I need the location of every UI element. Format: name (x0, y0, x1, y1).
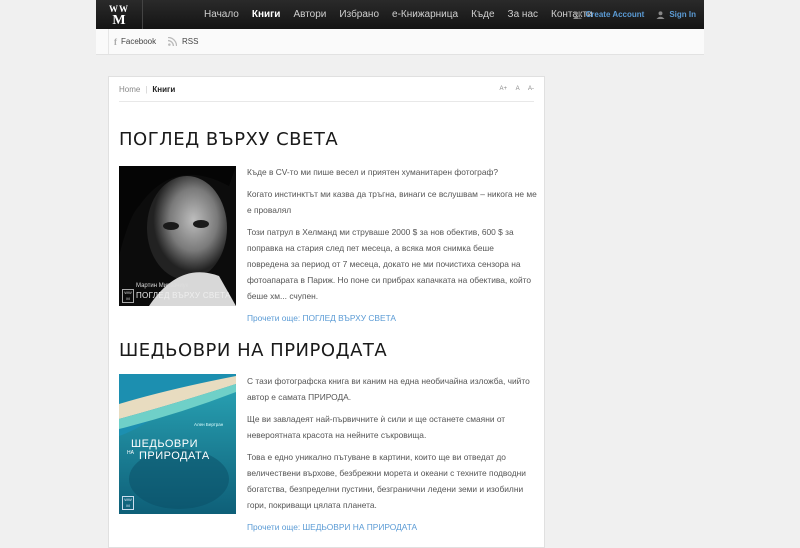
font-larger-button[interactable]: A+ (499, 86, 507, 92)
rss-icon (168, 37, 177, 46)
create-account-link[interactable]: Create Account (586, 10, 645, 19)
nav-books[interactable]: Книги (252, 0, 281, 29)
nav-about[interactable]: За нас (508, 0, 538, 29)
nav-home[interactable]: Начало (204, 0, 239, 29)
facebook-label: Facebook (121, 37, 157, 46)
sign-in-icon (656, 10, 665, 19)
sign-in-link[interactable]: Sign In (669, 10, 696, 19)
nav-authors[interactable]: Автори (293, 0, 326, 29)
top-navigation-bar: WW M Начало Книги Автори Избрано е-Книжа… (96, 0, 704, 29)
cover-publisher-badge: WW M (122, 289, 134, 303)
social-divider (108, 29, 109, 54)
breadcrumb-current: Книги (152, 85, 176, 94)
site-logo[interactable]: WW M (106, 2, 132, 28)
cover-publisher-badge: WW M (122, 496, 134, 510)
cover-author: Ален Бертран (194, 422, 224, 427)
breadcrumb-home[interactable]: Home (119, 85, 140, 94)
facebook-link[interactable]: f Facebook (114, 29, 156, 54)
cover-title-line-1: ШЕДЬОВРИ (131, 438, 198, 450)
read-more-link[interactable]: Прочети още: ПОГЛЕД ВЪРХУ СВЕТА (247, 313, 396, 323)
breadcrumb: Home | Книги (119, 85, 175, 94)
nav-ebookstore[interactable]: е-Книжарница (392, 0, 458, 29)
logo-divider (142, 0, 143, 29)
cover-caption: Мартин Миразчиук ПОГЛЕД ВЪРХУ СВЕТА WW M (119, 281, 236, 306)
content-panel: Home | Книги A+ A A- ПОГЛЕД ВЪРХУ СВЕТА Ма… (108, 76, 545, 548)
font-size-controls: A+ A A- (492, 86, 534, 92)
article-summary: С тази фотографска книга ви каним на едн… (247, 373, 537, 541)
article-title[interactable]: ПОГЛЕД ВЪРХУ СВЕТА (119, 129, 338, 150)
users-icon (572, 10, 582, 19)
social-bar: f Facebook RSS (96, 29, 704, 55)
account-links: Create Account Sign In (572, 0, 696, 29)
breadcrumb-divider (119, 101, 534, 102)
article-paragraph: Когато инстинктът ми казва да тръгна, ви… (247, 189, 537, 215)
nav-featured[interactable]: Избрано (339, 0, 379, 29)
font-smaller-button[interactable]: A- (528, 86, 534, 92)
article-paragraph: Това е едно уникално пътуване в картини,… (247, 452, 526, 510)
rss-label: RSS (182, 37, 199, 46)
book-cover-image[interactable]: Ален Бертран ШЕДЬОВРИ НА ПРИРОДАТА WW M (119, 374, 236, 514)
article-paragraph: Къде в CV-то ми пише весел и приятен хум… (247, 167, 499, 177)
cover-author: Мартин Миразчиук (136, 283, 189, 289)
breadcrumb-separator: | (145, 85, 148, 94)
read-more-link[interactable]: Прочети още: ШЕДЬОВРИ НА ПРИРОДАТА (247, 522, 417, 532)
article-summary: Къде в CV-то ми пише весел и приятен хум… (247, 164, 537, 332)
book-cover-image[interactable]: Мартин Миразчиук ПОГЛЕД ВЪРХУ СВЕТА WW M (119, 166, 236, 306)
article-paragraph: Ще ви завладеят най-първичните ѝ сили и … (247, 414, 506, 440)
cover-title-small: НА (127, 450, 134, 456)
logo-line-2: M (112, 13, 126, 28)
main-nav: Начало Книги Автори Избрано е-Книжарница… (204, 0, 606, 29)
cover-title-line-2: ПРИРОДАТА (139, 450, 210, 462)
article-title[interactable]: ШЕДЬОВРИ НА ПРИРОДАТА (119, 340, 387, 361)
rss-link[interactable]: RSS (168, 29, 198, 54)
article-paragraph: Този патрул в Хелманд ми струваше 2000 $… (247, 227, 532, 301)
article-paragraph: С тази фотографска книга ви каним на едн… (247, 376, 530, 402)
nav-where[interactable]: Къде (471, 0, 494, 29)
cover-title: ПОГЛЕД ВЪРХУ СВЕТА (136, 291, 231, 300)
font-normal-button[interactable]: A (516, 86, 520, 92)
facebook-icon: f (114, 36, 117, 47)
